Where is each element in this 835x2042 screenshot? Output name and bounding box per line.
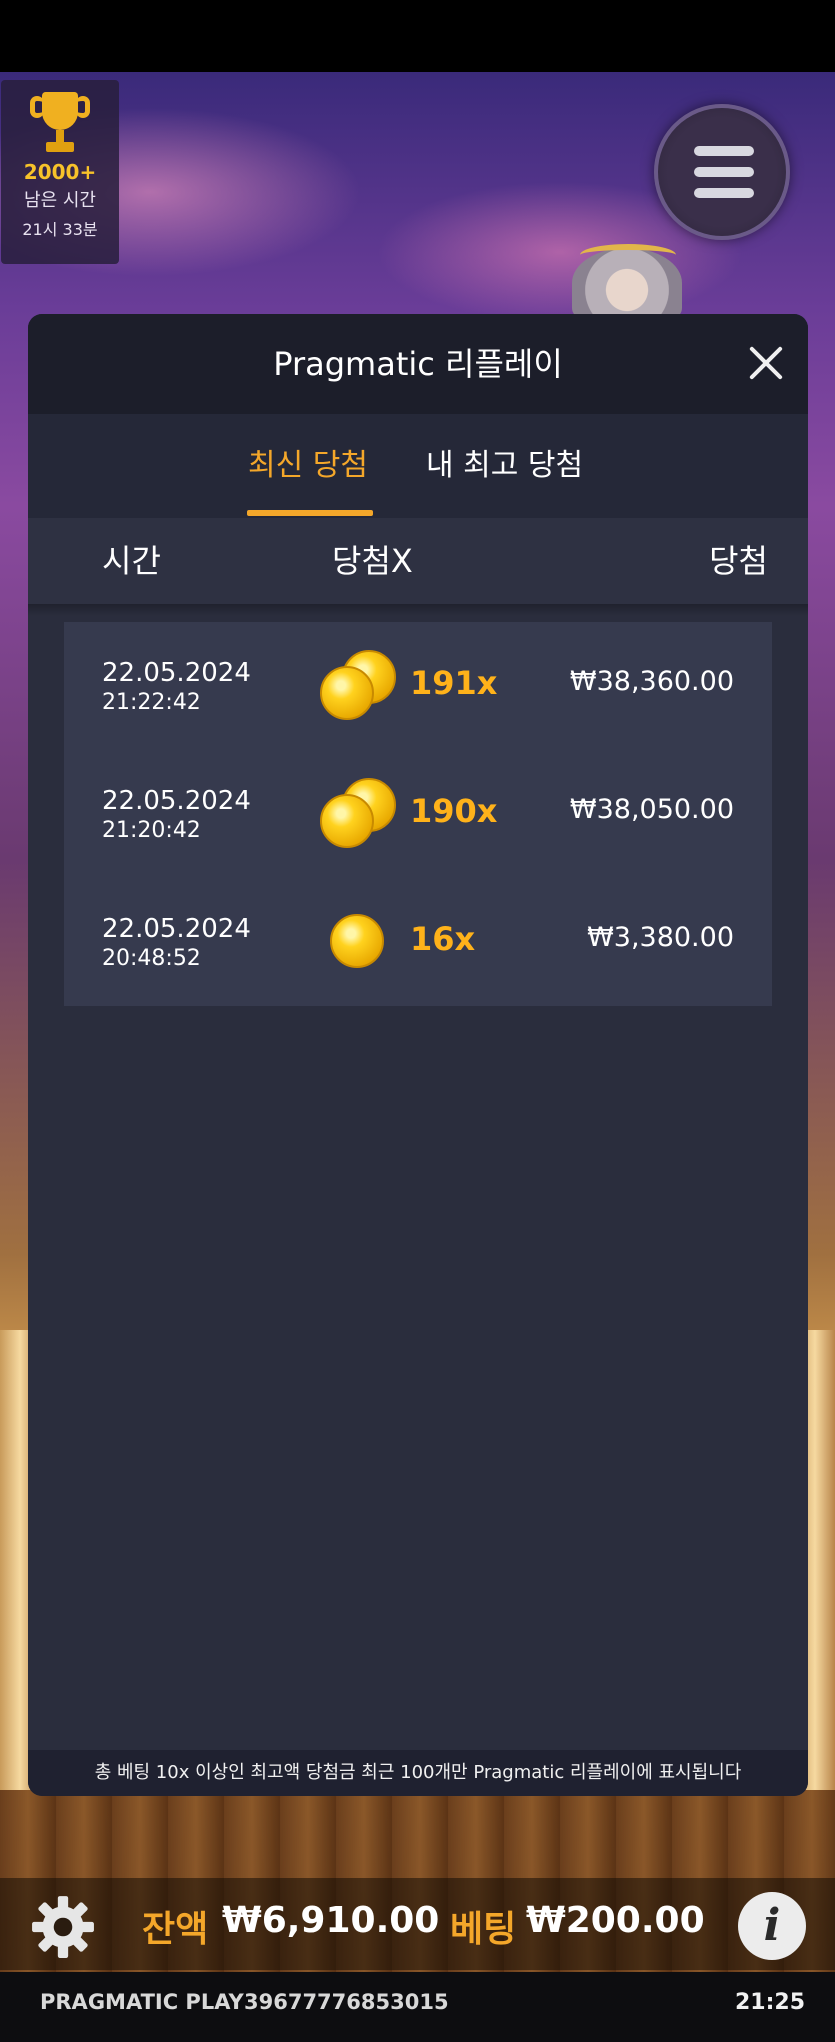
close-icon[interactable] xyxy=(746,344,786,384)
table-row[interactable]: 22.05.2024 21:22:42 191x ₩38,360.00 xyxy=(64,622,772,750)
coin-icon xyxy=(320,904,400,980)
table-header: 시간 당첨X 당첨 xyxy=(28,518,808,604)
row-multiplier: 191x xyxy=(410,664,498,702)
modal-title: Pragmatic 리플레이 xyxy=(273,345,563,383)
tab-bar: 최신 당첨 내 최고 당첨 xyxy=(28,414,808,518)
session-id: 39677776853015 xyxy=(244,1990,449,2014)
row-date: 22.05.2024 xyxy=(102,914,251,944)
row-date: 22.05.2024 xyxy=(102,786,251,816)
hamburger-icon xyxy=(694,167,754,177)
row-multiplier: 190x xyxy=(410,792,498,830)
coin-stack-icon xyxy=(320,776,400,852)
time-left-value: 21시 33분 xyxy=(22,220,98,239)
bet-label: 베팅 xyxy=(450,1909,517,1950)
hamburger-icon xyxy=(694,188,754,198)
time-left-label: 남은 시간 xyxy=(24,190,96,211)
column-header-win: 당첨 xyxy=(709,542,768,580)
row-amount: ₩3,380.00 xyxy=(587,922,734,953)
row-time: 21:20:42 xyxy=(102,818,201,843)
row-multiplier: 16x xyxy=(410,920,476,958)
balance-label: 잔액 xyxy=(142,1909,209,1950)
bet-value[interactable]: ₩200.00 xyxy=(526,1900,705,1941)
coin-stack-icon xyxy=(320,648,400,724)
header-divider xyxy=(28,604,808,616)
active-tab-indicator xyxy=(247,510,373,516)
row-time: 20:48:52 xyxy=(102,946,201,971)
tab-latest-wins[interactable]: 최신 당첨 xyxy=(248,442,368,490)
menu-button[interactable] xyxy=(654,104,790,240)
laurel-crown-icon xyxy=(580,244,676,266)
replay-modal: Pragmatic 리플레이 최신 당첨 내 최고 당첨 시간 당첨X 당첨 2… xyxy=(28,314,808,1796)
modal-header: Pragmatic 리플레이 xyxy=(28,314,808,414)
clock: 21:25 xyxy=(734,1990,805,2015)
modal-footer-note: 총 베팅 10x 이상인 최고액 당첨금 최근 100개만 Pragmatic … xyxy=(28,1750,808,1796)
trophy-icon xyxy=(30,92,90,162)
table-row[interactable]: 22.05.2024 21:20:42 190x ₩38,050.00 xyxy=(64,750,772,878)
gear-icon[interactable] xyxy=(30,1894,96,1960)
provider-brand: PRAGMATIC PLAY xyxy=(40,1990,244,2014)
table-row[interactable]: 22.05.2024 20:48:52 16x ₩3,380.00 xyxy=(64,878,772,1006)
row-time: 21:22:42 xyxy=(102,690,201,715)
tournament-widget[interactable]: 2000+ 남은 시간 21시 33분 xyxy=(1,80,119,264)
row-amount: ₩38,050.00 xyxy=(569,794,734,825)
column-header-multiplier: 당첨X xyxy=(332,542,413,580)
hamburger-icon xyxy=(694,146,754,156)
info-button[interactable]: i xyxy=(738,1892,806,1960)
row-amount: ₩38,360.00 xyxy=(569,666,734,697)
column-header-time: 시간 xyxy=(102,542,161,580)
tournament-count: 2000+ xyxy=(23,160,97,184)
balance-value: ₩6,910.00 xyxy=(222,1900,440,1941)
tab-my-best-wins[interactable]: 내 최고 당첨 xyxy=(426,442,583,490)
row-date: 22.05.2024 xyxy=(102,658,251,688)
